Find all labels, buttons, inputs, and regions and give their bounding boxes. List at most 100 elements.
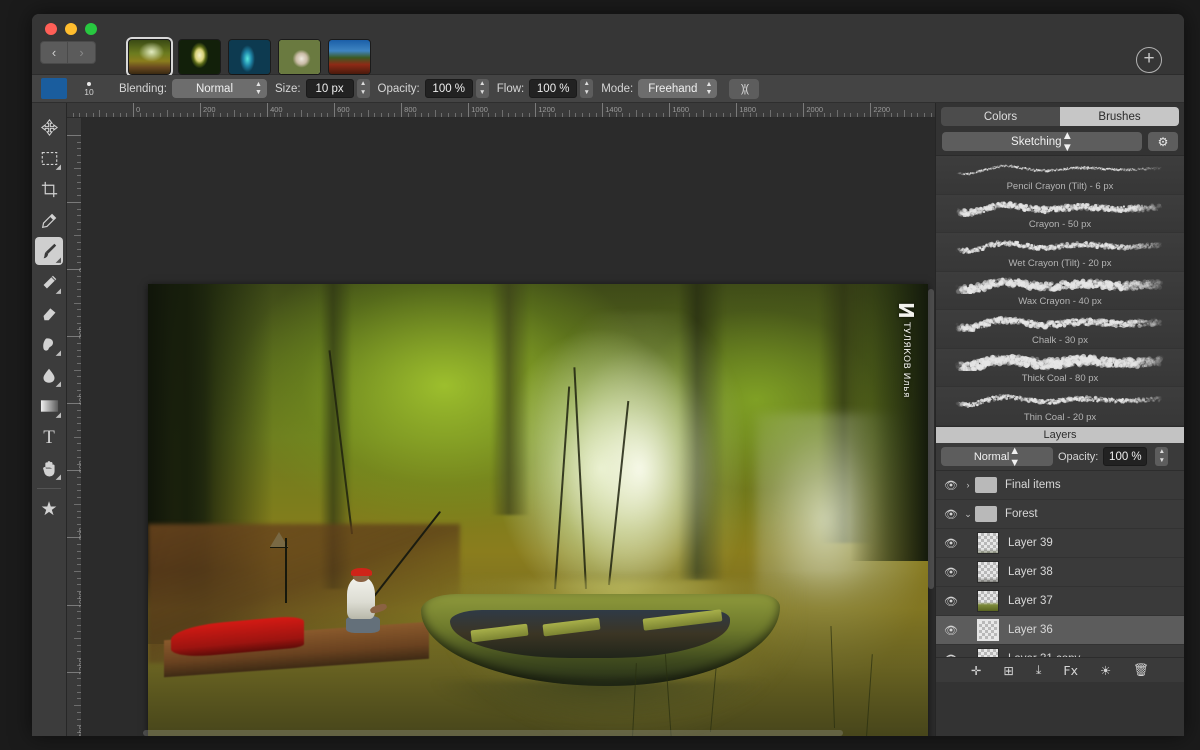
minimize-button[interactable] bbox=[65, 23, 77, 35]
layer-visibility-toggle[interactable]: 👁 bbox=[944, 595, 961, 608]
ruler-minor-tick bbox=[368, 110, 369, 118]
brush-list-item[interactable]: Chalk - 30 px bbox=[936, 310, 1184, 349]
layer-visibility-toggle[interactable]: 👁 bbox=[944, 479, 961, 492]
gradient-tool[interactable]: ◢ bbox=[35, 392, 63, 420]
layer-row[interactable]: 👁⌄🗀Forest bbox=[936, 500, 1184, 529]
layer-row[interactable]: 👁Layer 31 copy bbox=[936, 645, 1184, 657]
text-tool[interactable]: T bbox=[35, 423, 63, 451]
canvas-vertical-scrollbar[interactable] bbox=[928, 119, 934, 736]
group-disclosure-triangle[interactable]: ⌄ bbox=[961, 509, 975, 520]
adjustments-button[interactable]: ☀ bbox=[1100, 663, 1111, 678]
layer-thumbnail bbox=[977, 648, 999, 657]
eyedropper-tool[interactable] bbox=[35, 206, 63, 234]
rectangular-select-tool[interactable]: ◢ bbox=[35, 144, 63, 172]
layer-row[interactable]: 👁›🗀Final items bbox=[936, 471, 1184, 500]
brush-preset-value: Sketching bbox=[1011, 136, 1062, 148]
stroke-mode-select[interactable]: Freehand ▲▼ bbox=[638, 79, 717, 98]
ruler-minor-tick bbox=[301, 110, 302, 118]
document-thumb-blue-abstract[interactable] bbox=[228, 39, 271, 75]
ruler-minor-tick bbox=[502, 110, 503, 118]
blending-mode-select[interactable]: Normal ▲▼ bbox=[172, 79, 267, 98]
effects-button[interactable]: Fx bbox=[1063, 663, 1078, 678]
document-thumb-orchid-flower[interactable] bbox=[178, 39, 221, 75]
document-thumb-siamese-cat[interactable] bbox=[278, 39, 321, 75]
layer-opacity-input[interactable]: 100 % bbox=[1103, 447, 1147, 466]
brush-list-item[interactable]: Pencil Crayon (Tilt) - 6 px bbox=[936, 156, 1184, 195]
opacity-label: Opacity: bbox=[378, 83, 420, 95]
layer-visibility-toggle[interactable]: 👁 bbox=[944, 566, 961, 579]
tab-colors[interactable]: Colors bbox=[941, 107, 1060, 126]
document-thumb-forest-fisherman[interactable] bbox=[128, 39, 171, 75]
brush-list-item[interactable]: Crayon - 50 px bbox=[936, 195, 1184, 234]
flow-stepper[interactable]: ▲▼ bbox=[580, 79, 593, 98]
brush-name: Thick Coal - 80 px bbox=[936, 373, 1184, 384]
foreground-color-swatch[interactable] bbox=[41, 78, 67, 99]
nav-back-button[interactable]: ‹ bbox=[40, 41, 68, 64]
merge-down-button[interactable]: ⤓ bbox=[1036, 662, 1042, 678]
document-thumb-red-landscape[interactable] bbox=[328, 39, 371, 75]
brush-list-item[interactable]: Wet Crayon (Tilt) - 20 px bbox=[936, 233, 1184, 272]
group-disclosure-triangle[interactable]: › bbox=[961, 480, 975, 490]
signature-initial: И bbox=[894, 302, 918, 319]
layer-visibility-toggle[interactable]: 👁 bbox=[944, 537, 961, 550]
brush-size-stepper[interactable]: ▲▼ bbox=[357, 79, 370, 98]
brush-list-item[interactable]: Thick Coal - 80 px bbox=[936, 349, 1184, 388]
delete-layer-button[interactable]: 🗑 bbox=[1133, 662, 1149, 678]
brush-list-item[interactable]: Thin Coal - 20 px bbox=[936, 387, 1184, 426]
add-group-button[interactable]: ⊞ bbox=[1003, 663, 1013, 678]
opacity-input[interactable]: 100 % bbox=[425, 79, 473, 98]
brush-list-item[interactable]: Wax Crayon - 40 px bbox=[936, 272, 1184, 311]
flow-input[interactable]: 100 % bbox=[529, 79, 577, 98]
tool-submenu-indicator: ◢ bbox=[56, 380, 61, 388]
layer-visibility-toggle[interactable]: 👁 bbox=[944, 653, 961, 658]
symmetry-icon[interactable]: )¦( bbox=[729, 79, 759, 99]
tab-brushes[interactable]: Brushes bbox=[1060, 107, 1179, 126]
horizontal-ruler[interactable]: 0200400600800100012001400160018002000220… bbox=[67, 103, 935, 118]
ruler-minor-tick bbox=[74, 370, 82, 371]
brush-list-item[interactable] bbox=[936, 426, 1184, 427]
brush-size-input[interactable]: 10 px bbox=[306, 79, 354, 98]
ruler-minor-tick bbox=[74, 303, 82, 304]
blur-tool[interactable]: ◢ bbox=[35, 361, 63, 389]
layer-list[interactable]: 👁›🗀Final items👁⌄🗀Forest👁Layer 39👁Layer 3… bbox=[936, 471, 1184, 657]
artboard[interactable]: И ТУЛЯКОВ Илья bbox=[148, 284, 928, 736]
eraser-tool[interactable] bbox=[35, 299, 63, 327]
scrollbar-thumb[interactable] bbox=[143, 730, 843, 736]
nav-forward-button[interactable]: › bbox=[68, 41, 96, 64]
layer-row[interactable]: 👁Layer 36 bbox=[936, 616, 1184, 645]
hand-tool[interactable]: ◢ bbox=[35, 454, 63, 482]
close-button[interactable] bbox=[45, 23, 57, 35]
layer-thumbnail-content bbox=[978, 533, 998, 553]
blending-mode-value: Normal bbox=[196, 83, 233, 95]
chevron-updown-icon: ▲▼ bbox=[705, 81, 712, 96]
crop-tool[interactable] bbox=[35, 175, 63, 203]
layer-opacity-stepper[interactable]: ▲▼ bbox=[1155, 447, 1168, 466]
brush-name: Pencil Crayon (Tilt) - 6 px bbox=[936, 181, 1184, 192]
brush-preset-select[interactable]: Sketching ▲▼ bbox=[942, 132, 1142, 151]
brush-tool[interactable]: ◢ bbox=[35, 237, 63, 265]
new-document-button[interactable]: + bbox=[1136, 47, 1162, 73]
layer-blend-mode-select[interactable]: Normal ▲▼ bbox=[941, 447, 1053, 466]
canvas-horizontal-scrollbar[interactable] bbox=[83, 730, 934, 736]
move-tool[interactable] bbox=[35, 113, 63, 141]
smudge-tool[interactable]: ◢ bbox=[35, 330, 63, 358]
gear-icon[interactable]: ⚙ bbox=[1148, 132, 1178, 151]
canvas-stage[interactable]: И ТУЛЯКОВ Илья bbox=[82, 118, 935, 736]
layer-visibility-toggle[interactable]: 👁 bbox=[944, 624, 961, 637]
opacity-stepper[interactable]: ▲▼ bbox=[476, 79, 489, 98]
add-layer-button[interactable]: ✛ bbox=[971, 663, 981, 678]
layer-visibility-toggle[interactable]: 👁 bbox=[944, 508, 961, 521]
ruler-major-tick bbox=[736, 103, 737, 118]
brush-stroke-preview bbox=[950, 199, 1170, 217]
layer-row[interactable]: 👁Layer 38 bbox=[936, 558, 1184, 587]
layer-row[interactable]: 👁Layer 39 bbox=[936, 529, 1184, 558]
clone-stamp-tool[interactable]: ◢ bbox=[35, 268, 63, 296]
vertical-ruler[interactable]: 0200400600800100012001400 bbox=[67, 118, 82, 736]
zoom-button[interactable] bbox=[85, 23, 97, 35]
brush-list[interactable]: Pencil Crayon (Tilt) - 6 px Crayon - 50 p… bbox=[936, 155, 1184, 426]
layer-row[interactable]: 👁Layer 37 bbox=[936, 587, 1184, 616]
layer-thumbnail bbox=[977, 619, 999, 641]
scrollbar-thumb[interactable] bbox=[928, 289, 934, 589]
favorites-tool[interactable]: ★ bbox=[35, 495, 63, 523]
ruler-minor-tick bbox=[74, 437, 82, 438]
